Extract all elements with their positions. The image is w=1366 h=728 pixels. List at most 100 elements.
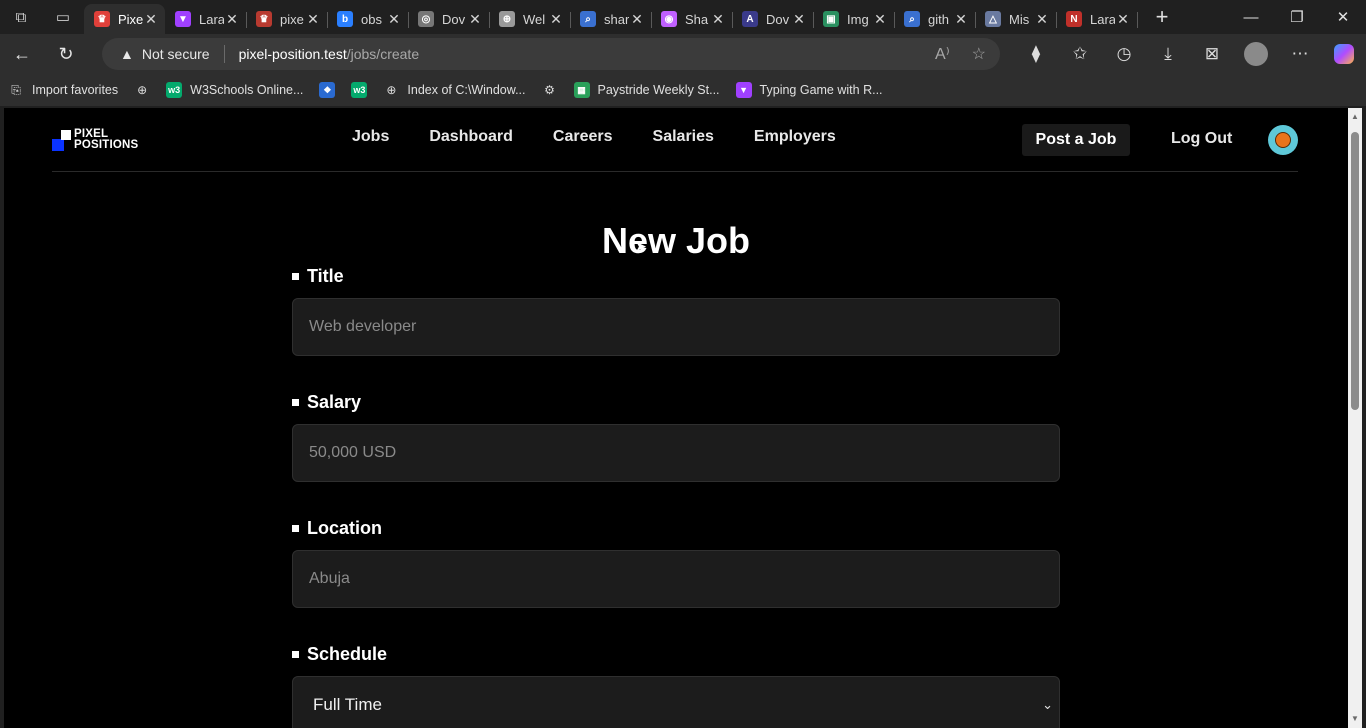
browser-tab[interactable]: ◉ Sha ✕	[651, 4, 733, 34]
tab-label: gith	[928, 11, 949, 27]
vite-icon: ▼	[735, 82, 752, 98]
close-tab-icon[interactable]: ✕	[1115, 11, 1131, 28]
basketball-icon	[1275, 132, 1291, 148]
bullet-icon	[292, 524, 299, 532]
nav-link-dashboard[interactable]: Dashboard	[429, 128, 513, 146]
close-tab-icon[interactable]: ✕	[791, 11, 807, 28]
close-tab-icon[interactable]: ✕	[143, 11, 159, 28]
browser-tab[interactable]: N Lara ✕	[1056, 4, 1138, 34]
bookmark-item[interactable]: ▼ Typing Game with R...	[728, 76, 891, 104]
schedule-select[interactable]: Full Time ⌄	[292, 676, 1060, 728]
extensions-icon[interactable]: ⧫	[1014, 34, 1058, 74]
nav-link-jobs[interactable]: Jobs	[352, 128, 389, 146]
browser-tab[interactable]: ♛ pixe ✕	[246, 4, 328, 34]
nav-link-salaries[interactable]: Salaries	[653, 128, 714, 146]
scroll-up-icon[interactable]: ▲	[1348, 110, 1362, 124]
browser-tab[interactable]: ⌕ shar ✕	[570, 4, 652, 34]
browser-tab[interactable]: ◎ Dov ✕	[408, 4, 490, 34]
logout-link[interactable]: Log Out	[1171, 130, 1232, 148]
browser-tab[interactable]: b obs ✕	[327, 4, 409, 34]
url-host: pixel-position.test	[238, 46, 347, 62]
bookmark-item[interactable]: ⊕	[126, 76, 158, 104]
title-input[interactable]: Web developer	[292, 298, 1060, 356]
browser-tab[interactable]: △ Mis ✕	[975, 4, 1057, 34]
bookmark-item[interactable]: ⊕ Index of C:\Window...	[375, 76, 533, 104]
browser-tab[interactable]: ⊕ Wel ✕	[489, 4, 571, 34]
bookmark-item[interactable]: ⎘ Import favorites	[0, 76, 126, 104]
security-status[interactable]: Not secure	[142, 46, 210, 62]
bookmark-item[interactable]: ❖	[311, 76, 343, 104]
browser-tab[interactable]: A Dov ✕	[732, 4, 814, 34]
nav-link-employers[interactable]: Employers	[754, 128, 836, 146]
bookmark-label: Index of C:\Window...	[407, 83, 526, 97]
user-avatar[interactable]	[1268, 125, 1298, 155]
page-scrollbar[interactable]: ▲ ▼	[1348, 108, 1362, 728]
browser-tab[interactable]: ▣ Img ✕	[813, 4, 895, 34]
w3-icon: w3	[166, 82, 183, 98]
scroll-down-icon[interactable]: ▼	[1348, 712, 1362, 726]
gear-icon: ⚙	[544, 83, 555, 97]
bookmark-item[interactable]: ⚙	[534, 76, 566, 104]
globe-icon: ⊕	[499, 11, 515, 27]
workspaces-icon[interactable]: ⧉	[0, 0, 42, 34]
page-title: New Job	[601, 220, 751, 261]
tab-label: Lara	[199, 11, 224, 27]
site-logo[interactable]: PIXEL POSITIONS	[52, 128, 144, 152]
favorites-icon[interactable]: ✩	[1058, 34, 1102, 74]
history-icon[interactable]: ◷	[1102, 34, 1146, 74]
title-field: Title Web developer	[292, 264, 1060, 356]
close-tab-icon[interactable]: ✕	[710, 11, 726, 28]
w3-icon: w3	[351, 82, 368, 98]
refresh-button[interactable]: ↻	[44, 34, 88, 74]
close-tab-icon[interactable]: ✕	[629, 11, 645, 28]
nav-link-careers[interactable]: Careers	[553, 128, 613, 146]
bookmark-label: Paystride Weekly St...	[597, 83, 720, 97]
address-bar[interactable]: ▲ Not secure pixel-position.test/jobs/cr…	[102, 38, 1000, 70]
bookmark-item[interactable]: w3	[343, 76, 375, 104]
close-tab-icon[interactable]: ✕	[305, 11, 321, 28]
tab-label: Dov	[766, 11, 790, 27]
tab-actions-icon[interactable]: ▭	[42, 0, 84, 34]
sheets-icon: ▦	[573, 82, 590, 98]
tab-label: shar	[604, 11, 629, 27]
back-button[interactable]: ←	[0, 34, 44, 74]
close-tab-icon[interactable]: ✕	[872, 11, 888, 28]
close-tab-icon[interactable]: ✕	[1034, 11, 1050, 28]
globe-icon: ⊕	[386, 83, 397, 97]
browser-tab[interactable]: ▼ Lara ✕	[165, 4, 247, 34]
close-tab-icon[interactable]: ✕	[548, 11, 564, 28]
close-window-button[interactable]: ✕	[1320, 0, 1366, 34]
bookmark-item[interactable]: ▦ Paystride Weekly St...	[566, 76, 728, 104]
profile-avatar-icon[interactable]	[1234, 34, 1278, 74]
logo-blue-square	[52, 139, 64, 151]
laravel-icon: ♛	[94, 11, 110, 27]
browser-tab[interactable]: ♛ Pixel✕	[84, 4, 165, 34]
more-menu-icon[interactable]: ⋯	[1278, 34, 1322, 74]
bookmark-item[interactable]: w3 W3Schools Online...	[158, 76, 311, 104]
github-icon: ◎	[418, 11, 434, 27]
post-job-button[interactable]: Post a Job	[1022, 124, 1130, 156]
minimize-button[interactable]: —	[1228, 0, 1274, 34]
close-tab-icon[interactable]: ✕	[386, 11, 402, 28]
screenshot-icon[interactable]: ⊠	[1190, 34, 1234, 74]
location-input[interactable]: Abuja	[292, 550, 1060, 608]
read-aloud-icon[interactable]: A⁾	[935, 44, 950, 64]
browser-tab[interactable]: ⌕ gith ✕	[894, 4, 976, 34]
new-tab-button[interactable]: +	[1145, 2, 1179, 32]
close-tab-icon[interactable]: ✕	[953, 11, 969, 28]
close-tab-icon[interactable]: ✕	[467, 11, 483, 28]
downloads-icon[interactable]: ⤓	[1146, 34, 1190, 74]
chevron-down-icon: ⌄	[1042, 697, 1053, 712]
tab-label: Sha	[685, 11, 709, 27]
close-tab-icon[interactable]: ✕	[224, 11, 240, 28]
bookmark-label: Import favorites	[32, 83, 119, 97]
copilot-icon[interactable]	[1322, 34, 1366, 74]
art-icon: A	[742, 11, 758, 27]
restore-button[interactable]: ❐	[1274, 0, 1320, 34]
scrollbar-thumb[interactable]	[1351, 132, 1359, 410]
logo-white-square	[61, 130, 71, 140]
tab-strip: ⧉ ▭ ♛Pixel✕▼Lara✕♛pixe✕bobs✕◎Dov✕⊕Wel✕⌕s…	[0, 0, 1366, 34]
favorite-star-icon[interactable]: ☆	[972, 44, 986, 64]
bookmarks-bar: ⎘ Import favorites ⊕ w3 W3Schools Online... ❖…	[0, 74, 1366, 106]
salary-input[interactable]: 50,000 USD	[292, 424, 1060, 482]
